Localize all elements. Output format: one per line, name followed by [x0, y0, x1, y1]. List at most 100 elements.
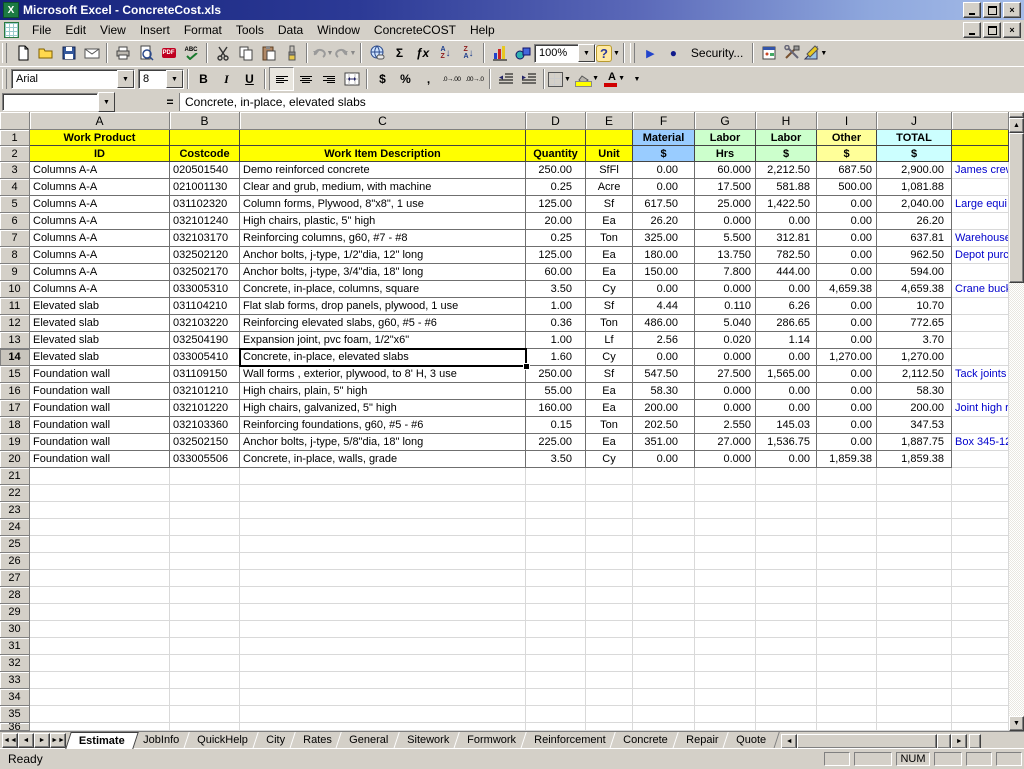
cell-J6[interactable]: 26.20	[877, 213, 952, 230]
cell-I10[interactable]: 4,659.38	[817, 281, 877, 298]
cell-K33[interactable]	[952, 672, 1009, 689]
cell-K26[interactable]	[952, 553, 1009, 570]
cell-B12[interactable]: 032103220	[170, 315, 240, 332]
cell-D2[interactable]: Quantity	[526, 146, 586, 162]
scroll-up-button[interactable]: ▲	[1009, 118, 1024, 133]
paste-button[interactable]	[257, 42, 280, 64]
cell-C36[interactable]	[240, 723, 526, 731]
cell-K7[interactable]: Warehouse	[952, 230, 1009, 247]
cell-C34[interactable]	[240, 689, 526, 706]
cell-H9[interactable]: 444.00	[756, 264, 817, 281]
cell-D20[interactable]: 3.50	[526, 451, 586, 468]
cell-J20[interactable]: 1,859.38	[877, 451, 952, 468]
cell-H23[interactable]	[756, 502, 817, 519]
align-left-button[interactable]	[269, 67, 294, 91]
zoom-control[interactable]: 100%▼	[534, 42, 596, 64]
cell-G26[interactable]	[695, 553, 756, 570]
cell-K14[interactable]	[952, 349, 1009, 366]
new-button[interactable]	[11, 42, 34, 64]
cell-K8[interactable]: Depot purc	[952, 247, 1009, 264]
cell-A20[interactable]: Foundation wall	[30, 451, 170, 468]
cell-C33[interactable]	[240, 672, 526, 689]
cell-H8[interactable]: 782.50	[756, 247, 817, 264]
row-header-26[interactable]: 26	[0, 553, 30, 570]
cell-G15[interactable]: 27.500	[695, 366, 756, 383]
cell-F17[interactable]: 200.00	[633, 400, 695, 417]
workbook-close-button[interactable]: ×	[1003, 22, 1021, 38]
menu-item-insert[interactable]: Insert	[133, 21, 177, 39]
menu-item-data[interactable]: Data	[271, 21, 310, 39]
cell-J22[interactable]	[877, 485, 952, 502]
cell-E19[interactable]: Ea	[586, 434, 633, 451]
cell-G27[interactable]	[695, 570, 756, 587]
cell-B9[interactable]: 032502170	[170, 264, 240, 281]
cell-G1[interactable]: Labor	[695, 130, 756, 146]
row-header-1[interactable]: 1	[0, 130, 30, 146]
cell-A29[interactable]	[30, 604, 170, 621]
cell-B25[interactable]	[170, 536, 240, 553]
cell-C26[interactable]	[240, 553, 526, 570]
tab-split-handle[interactable]	[937, 734, 951, 749]
cell-A9[interactable]: Columns A-A	[30, 264, 170, 281]
row-header-30[interactable]: 30	[0, 621, 30, 638]
chart-wizard-button[interactable]	[488, 42, 511, 64]
cell-I7[interactable]: 0.00	[817, 230, 877, 247]
cell-D27[interactable]	[526, 570, 586, 587]
row-header-25[interactable]: 25	[0, 536, 30, 553]
cell-B32[interactable]	[170, 655, 240, 672]
cell-I18[interactable]: 0.00	[817, 417, 877, 434]
cell-F31[interactable]	[633, 638, 695, 655]
cell-F14[interactable]: 0.00	[633, 349, 695, 366]
cell-F7[interactable]: 325.00	[633, 230, 695, 247]
row-header-13[interactable]: 13	[0, 332, 30, 349]
row-header-15[interactable]: 15	[0, 366, 30, 383]
cell-I34[interactable]	[817, 689, 877, 706]
cell-G33[interactable]	[695, 672, 756, 689]
cell-B31[interactable]	[170, 638, 240, 655]
font-name-select[interactable]: Arial▼	[11, 69, 135, 89]
cell-J8[interactable]: 962.50	[877, 247, 952, 264]
cell-D8[interactable]: 125.00	[526, 247, 586, 264]
cell-D17[interactable]: 160.00	[526, 400, 586, 417]
cell-I21[interactable]	[817, 468, 877, 485]
menu-item-view[interactable]: View	[93, 21, 133, 39]
cell-B21[interactable]	[170, 468, 240, 485]
cell-F36[interactable]	[633, 723, 695, 731]
cell-B14[interactable]: 033005410	[170, 349, 240, 366]
sort-ascending-button[interactable]: AZ↓	[434, 42, 457, 64]
workbook-icon[interactable]	[4, 22, 19, 38]
cell-B24[interactable]	[170, 519, 240, 536]
cell-A18[interactable]: Foundation wall	[30, 417, 170, 434]
cell-I9[interactable]: 0.00	[817, 264, 877, 281]
cell-E2[interactable]: Unit	[586, 146, 633, 162]
cell-H4[interactable]: 581.88	[756, 179, 817, 196]
cell-H15[interactable]: 1,565.00	[756, 366, 817, 383]
mail-button[interactable]	[80, 42, 103, 64]
cell-I6[interactable]: 0.00	[817, 213, 877, 230]
copy-button[interactable]	[234, 42, 257, 64]
cell-C29[interactable]	[240, 604, 526, 621]
cell-F21[interactable]	[633, 468, 695, 485]
cell-E6[interactable]: Ea	[586, 213, 633, 230]
cell-H18[interactable]: 145.03	[756, 417, 817, 434]
cell-K5[interactable]: Large equi	[952, 196, 1009, 213]
cell-D5[interactable]: 125.00	[526, 196, 586, 213]
print-preview-button[interactable]	[134, 42, 157, 64]
scroll-down-button[interactable]: ▼	[1009, 716, 1024, 731]
column-header-e[interactable]: E	[586, 112, 633, 130]
scroll-right-button[interactable]: ►	[951, 734, 967, 749]
row-header-6[interactable]: 6	[0, 213, 30, 230]
chevron-down-icon[interactable]: ▼	[166, 70, 183, 88]
row-header-3[interactable]: 3	[0, 162, 30, 179]
cell-D11[interactable]: 1.00	[526, 298, 586, 315]
underline-button[interactable]: U	[238, 68, 261, 90]
cell-I17[interactable]: 0.00	[817, 400, 877, 417]
cell-G14[interactable]: 0.000	[695, 349, 756, 366]
cell-F30[interactable]	[633, 621, 695, 638]
cell-A32[interactable]	[30, 655, 170, 672]
cell-G19[interactable]: 27.000	[695, 434, 756, 451]
menu-item-window[interactable]: Window	[310, 21, 367, 39]
row-header-5[interactable]: 5	[0, 196, 30, 213]
cell-B17[interactable]: 032101220	[170, 400, 240, 417]
cell-A34[interactable]	[30, 689, 170, 706]
